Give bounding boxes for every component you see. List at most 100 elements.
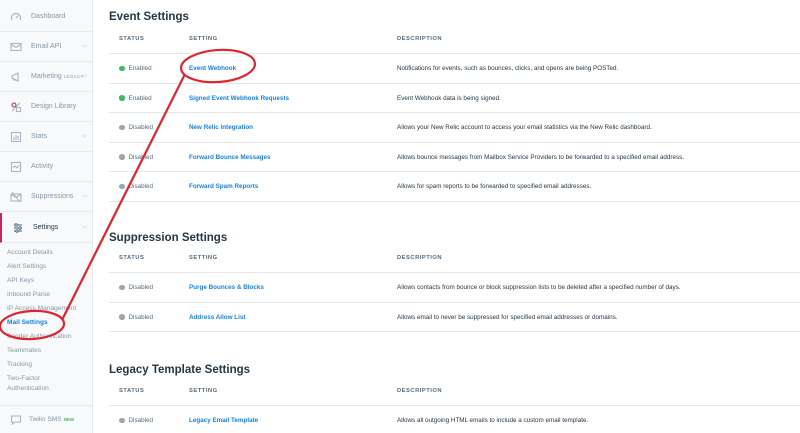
stats-icon	[9, 130, 23, 144]
status-cell: Disabled	[119, 314, 153, 321]
sub-account-details[interactable]: Account Details	[7, 249, 53, 256]
section-title-legacy-template-settings: Legacy Template Settings	[109, 364, 251, 376]
marketing-icon	[9, 70, 23, 84]
table-row: Disabled Forward Spam Reports Allows for…	[109, 172, 800, 202]
suppressions-icon	[9, 190, 23, 204]
table-header: STATUS SETTING DESCRIPTION	[109, 378, 800, 406]
status-text: Disabled	[128, 183, 154, 190]
status-cell: Disabled	[119, 284, 153, 291]
column-header-status: STATUS	[119, 36, 145, 42]
dashboard-icon	[9, 10, 23, 24]
column-header-setting: SETTING	[189, 36, 218, 42]
status-cell: Disabled	[119, 183, 153, 190]
status-cell: Enabled	[119, 95, 152, 102]
section-title-event-settings: Event Settings	[109, 11, 189, 23]
setting-link-forward-spam[interactable]: Forward Spam Reports	[189, 183, 258, 190]
description-cell: Allows your New Relic account to access …	[397, 124, 652, 131]
nav-design-library[interactable]: Design Library	[0, 92, 92, 122]
sub-teammates[interactable]: Teammates	[7, 347, 41, 354]
new-badge: NEW	[63, 417, 75, 422]
sub-tracking[interactable]: Tracking	[7, 361, 32, 368]
status-text: Disabled	[128, 124, 154, 131]
column-header-description: DESCRIPTION	[397, 255, 443, 261]
table-row: Enabled Event Webhook Notifications for …	[109, 54, 800, 84]
table-row: Disabled New Relic Integration Allows yo…	[109, 113, 800, 143]
status-dot-disabled	[119, 124, 125, 131]
sub-api-keys[interactable]: API Keys	[7, 277, 34, 284]
column-header-status: STATUS	[119, 255, 145, 261]
setting-link-legacy-email-template[interactable]: Legacy Email Template	[189, 417, 258, 424]
nav-marketing[interactable]: Marketing LEGACY ⌵	[0, 62, 92, 92]
description-cell: Allows all outgoing HTML emails to inclu…	[397, 417, 589, 424]
table-row: Disabled Purge Bounces & Blocks Allows c…	[109, 273, 800, 303]
suppression-settings-table: STATUS SETTING DESCRIPTION Disabled Purg…	[109, 245, 800, 332]
status-text: Disabled	[128, 153, 154, 161]
nav-dashboard[interactable]: Dashboard	[0, 2, 92, 32]
status-dot-disabled	[119, 417, 125, 424]
setting-link-new-relic[interactable]: New Relic Integration	[189, 124, 253, 131]
sub-two-factor-authentication[interactable]: Authentication	[7, 385, 49, 392]
table-header: STATUS SETTING DESCRIPTION	[109, 245, 800, 273]
description-cell: Allows for spam reports to be forwarded …	[397, 183, 592, 190]
status-dot-disabled	[119, 314, 125, 320]
nav-label: Dashboard	[31, 13, 66, 20]
nav-stats[interactable]: Stats ⌵	[0, 122, 92, 152]
chat-bubble-icon	[9, 413, 23, 427]
nav-label: Activity	[31, 163, 54, 170]
status-cell: Disabled	[119, 124, 153, 131]
description-cell: Allows contacts from bounce or block sup…	[397, 284, 681, 291]
chevron-down-icon: ⌵	[82, 73, 87, 79]
nav-email-api[interactable]: Email API ⌵	[0, 32, 92, 62]
sidebar: Dashboard Email API ⌵ Marketing LEGACY ⌵…	[0, 0, 93, 433]
email-api-icon	[9, 40, 23, 54]
nav-label: Marketing	[31, 73, 62, 80]
chevron-up-icon: ⌵	[82, 224, 87, 230]
column-header-setting: SETTING	[189, 255, 218, 261]
setting-link-event-webhook[interactable]: Event Webhook	[189, 65, 236, 72]
nav-label: Stats	[31, 133, 47, 140]
table-row: Disabled Forward Bounce Messages Allows …	[109, 143, 800, 172]
status-text: Disabled	[128, 313, 154, 321]
setting-link-forward-bounce[interactable]: Forward Bounce Messages	[189, 154, 271, 161]
table-row: Disabled Legacy Email Template Allows al…	[109, 406, 800, 433]
legacy-tag: LEGACY	[63, 74, 84, 79]
table-row: Disabled Address Allow List Allows email…	[109, 303, 800, 332]
status-cell: Disabled	[119, 154, 153, 161]
status-cell: Enabled	[119, 65, 152, 72]
column-header-status: STATUS	[119, 388, 145, 394]
settings-icon	[11, 221, 25, 235]
sub-alert-settings[interactable]: Alert Settings	[7, 263, 46, 270]
setting-link-purge-bounces[interactable]: Purge Bounces & Blocks	[189, 284, 264, 291]
chevron-down-icon: ⌵	[82, 43, 87, 49]
column-header-description: DESCRIPTION	[397, 388, 443, 394]
sub-inbound-parse[interactable]: Inbound Parse	[7, 291, 50, 298]
status-text: Enabled	[128, 94, 152, 102]
nav-label: Design Library	[31, 103, 77, 110]
nav-label: Settings	[33, 224, 59, 231]
nav-settings[interactable]: Settings ⌵	[0, 213, 92, 243]
nav-suppressions[interactable]: Suppressions ⌵	[0, 182, 92, 212]
setting-link-address-allow-list[interactable]: Address Allow List	[189, 314, 245, 321]
status-text: Enabled	[128, 65, 152, 72]
sub-two-factor[interactable]: Two-Factor	[7, 375, 40, 382]
status-text: Disabled	[128, 417, 154, 424]
nav-twilio-sms[interactable]: Twilio SMS NEW	[0, 405, 92, 433]
setting-link-signed-event-webhook[interactable]: Signed Event Webhook Requests	[189, 95, 289, 102]
sub-mail-settings[interactable]: Mail Settings	[7, 319, 48, 326]
event-settings-table: STATUS SETTING DESCRIPTION Enabled Event…	[109, 26, 800, 202]
table-header: STATUS SETTING DESCRIPTION	[109, 26, 800, 54]
sub-sender-authentication[interactable]: Sender Authentication	[7, 333, 72, 340]
legacy-template-settings-table: STATUS SETTING DESCRIPTION Disabled Lega…	[109, 378, 800, 433]
nav-label: Email API	[31, 43, 62, 50]
status-dot-enabled	[119, 95, 125, 101]
status-dot-enabled	[119, 65, 125, 72]
sub-ip-access-management[interactable]: IP Access Management	[7, 305, 76, 312]
description-cell: Allows bounce messages from Mailbox Serv…	[397, 153, 684, 161]
nav-activity[interactable]: Activity	[0, 152, 92, 182]
column-header-description: DESCRIPTION	[397, 36, 443, 42]
main-content: Event Settings STATUS SETTING DESCRIPTIO…	[93, 0, 800, 433]
status-cell: Disabled	[119, 417, 153, 424]
status-text: Disabled	[128, 284, 154, 291]
design-library-icon	[9, 100, 23, 114]
description-cell: Allows email to never be suppressed for …	[397, 313, 618, 321]
